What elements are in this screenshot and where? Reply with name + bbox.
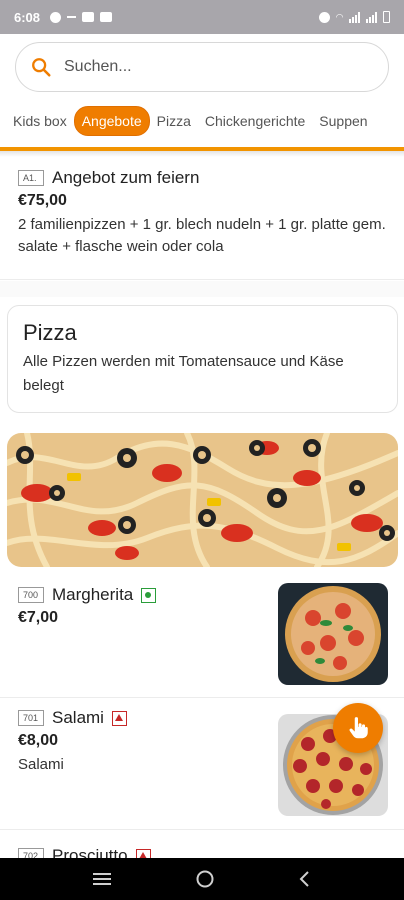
category-title: Pizza: [23, 320, 77, 345]
search-input[interactable]: [64, 58, 344, 76]
item-code: 701: [18, 710, 44, 726]
home-icon[interactable]: [195, 869, 215, 889]
wifi-icon: ◠: [336, 11, 343, 22]
status-bar: 6:08 ◠: [0, 0, 404, 34]
recent-apps-icon[interactable]: [92, 871, 112, 887]
tab-kids-box[interactable]: Kids box: [6, 107, 74, 135]
offer-item[interactable]: A1. Angebot zum feiern €75,00 2 familienp…: [0, 160, 404, 280]
floating-action-button[interactable]: [333, 703, 383, 753]
vegetarian-icon: [141, 587, 157, 603]
system-navigation-bar: [0, 858, 404, 900]
system-icons: ◠: [319, 11, 390, 23]
item-code: 700: [18, 587, 44, 603]
category-banner-image: [7, 433, 398, 567]
tab-angebote[interactable]: Angebote: [73, 106, 150, 136]
notification-icons: [50, 11, 113, 23]
search-bar[interactable]: [15, 42, 389, 92]
category-description: Alle Pizzen werden mit Tomatensauce und …: [23, 353, 344, 394]
list-item[interactable]: 700 Margherita €7,00: [0, 577, 404, 698]
search-icon: [32, 58, 51, 77]
dash-icon: [67, 16, 77, 18]
back-icon[interactable]: [298, 870, 312, 888]
section-separator: [0, 281, 404, 297]
dnd-icon: [319, 11, 331, 23]
tab-chickengerichte[interactable]: Chickengerichte: [198, 107, 312, 135]
pasta-image: [7, 433, 398, 567]
chat-icon: [50, 11, 62, 23]
item-name: Margherita: [52, 585, 134, 604]
margherita-pizza-image: [278, 583, 388, 685]
signal-icon: [349, 11, 360, 23]
category-tabs: Kids box Angebote Pizza Chickengerichte …: [0, 104, 404, 138]
item-image: [278, 583, 388, 685]
tab-pizza[interactable]: Pizza: [150, 107, 198, 135]
image-icon: [82, 12, 95, 22]
signal-icon-2: [366, 11, 377, 23]
battery-icon: [383, 11, 390, 23]
item-description: 2 familienpizzen + 1 gr. blech nudeln + …: [18, 216, 386, 255]
item-name: Salami: [52, 708, 104, 727]
hand-pointer-icon: [349, 717, 368, 739]
mail-icon: [100, 12, 113, 22]
tabs-shadow: [0, 151, 404, 157]
category-header-card: Pizza Alle Pizzen werden mit Tomatensauc…: [7, 305, 398, 413]
item-name: Angebot zum feiern: [52, 168, 200, 187]
item-price: €75,00: [18, 192, 67, 209]
item-code: A1.: [18, 170, 44, 186]
clock: 6:08: [14, 9, 41, 25]
tab-suppen[interactable]: Suppen: [312, 107, 374, 135]
meat-icon: [111, 710, 127, 726]
